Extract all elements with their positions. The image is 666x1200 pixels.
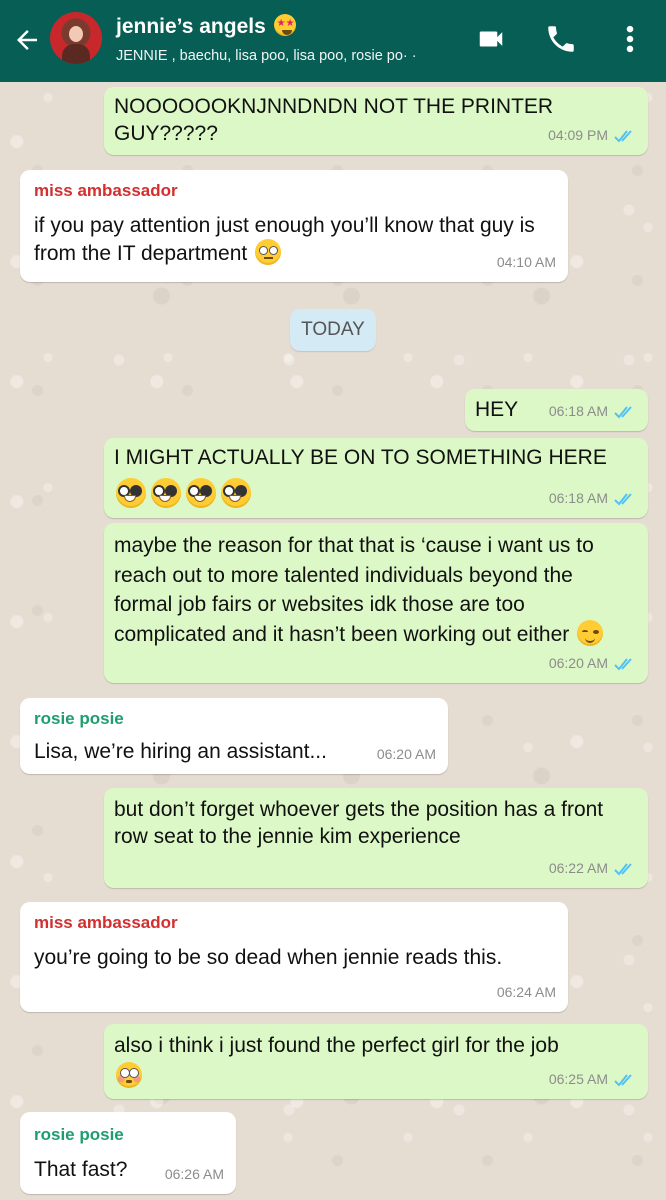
sender-name: rosie posie xyxy=(34,1125,124,1144)
read-ticks-icon xyxy=(614,492,632,505)
group-info[interactable]: jennie’s angels JENNIE , baechu, lisa po… xyxy=(116,14,446,66)
read-ticks-icon xyxy=(614,405,632,418)
sender-name: miss ambassador xyxy=(34,181,178,200)
message-bubble-incoming[interactable]: miss ambassador if you pay attention jus… xyxy=(20,170,568,282)
group-title-text: jennie’s angels xyxy=(116,15,266,38)
message-text: I MIGHT ACTUALLY BE ON TO SOMETHING HERE xyxy=(114,446,607,469)
chat-header: jennie’s angels JENNIE , baechu, lisa po… xyxy=(0,0,666,82)
relieved-face-emoji-icon xyxy=(577,619,604,646)
group-members: JENNIE , baechu, lisa poo, lisa poo, ros… xyxy=(116,48,417,64)
message-time: 06:24 AM xyxy=(496,984,556,1000)
more-options-icon[interactable] xyxy=(618,22,642,56)
message-bubble-incoming[interactable]: rosie posie Lisa, we’re hiring an assist… xyxy=(20,698,448,774)
message-meta: 06:24 AM xyxy=(497,979,556,1006)
message-meta: 06:25 AM xyxy=(549,1066,636,1093)
message-bubble-outgoing[interactable]: maybe the reason for that that is ‘cause… xyxy=(104,523,648,683)
message-meta: 06:26 AM xyxy=(165,1161,224,1188)
message-meta: 06:18 AM xyxy=(549,485,636,512)
message-text-content: maybe the reason for that that is ‘cause… xyxy=(114,534,600,646)
rolling-eyes-emoji-icon xyxy=(255,239,282,265)
nerd-face-emoji-icon xyxy=(221,478,251,508)
message-text-content: also i think i just found the perfect gi… xyxy=(114,1034,559,1057)
message-text: also i think i just found the perfect gi… xyxy=(114,1030,584,1092)
nerd-face-emoji-icon xyxy=(116,478,146,508)
message-text: if you pay attention just enough you’ll … xyxy=(34,212,564,267)
message-bubble-incoming[interactable]: rosie posie That fast? 06:26 AM xyxy=(20,1112,236,1194)
nerd-face-emoji-icon xyxy=(186,478,216,508)
message-text-content: if you pay attention just enough you’ll … xyxy=(34,214,541,265)
message-text: you’re going to be so dead when jennie r… xyxy=(34,946,503,969)
message-time: 04:10 AM xyxy=(496,254,556,270)
message-meta: 06:20 AM xyxy=(549,650,636,677)
message-list[interactable]: NOOOOOOKNJNNDNDN NOT THE PRINTER GUY????… xyxy=(0,82,666,1200)
group-avatar[interactable] xyxy=(50,12,102,64)
message-time: 06:20 AM xyxy=(376,746,436,762)
message-bubble-outgoing[interactable]: NOOOOOOKNJNNDNDN NOT THE PRINTER GUY????… xyxy=(104,87,648,155)
message-time: 06:20 AM xyxy=(548,655,608,671)
message-bubble-outgoing[interactable]: also i think i just found the perfect gi… xyxy=(104,1024,648,1099)
message-bubble-outgoing[interactable]: I MIGHT ACTUALLY BE ON TO SOMETHING HERE… xyxy=(104,438,648,518)
message-text: That fast? xyxy=(34,1158,128,1181)
sender-name: miss ambassador xyxy=(34,913,178,932)
message-meta: 06:22 AM xyxy=(549,855,636,882)
message-text: NOOOOOOKNJNNDNDN NOT THE PRINTER GUY????… xyxy=(114,95,559,145)
message-text: HEY xyxy=(475,398,519,421)
message-meta: 04:10 AM xyxy=(497,249,556,276)
message-meta: 06:20 AM xyxy=(377,741,436,768)
message-time: 06:18 AM xyxy=(548,490,608,506)
back-arrow-icon[interactable] xyxy=(12,25,42,55)
message-time: 06:18 AM xyxy=(548,403,608,419)
read-ticks-icon xyxy=(614,1073,632,1086)
video-call-icon[interactable] xyxy=(474,24,508,54)
read-ticks-icon xyxy=(614,657,632,670)
read-ticks-icon xyxy=(614,129,632,142)
date-divider: TODAY xyxy=(290,309,376,351)
message-time: 06:22 AM xyxy=(548,860,608,876)
group-title: jennie’s angels xyxy=(116,14,446,40)
flushed-face-emoji-icon xyxy=(116,1062,142,1088)
message-bubble-outgoing[interactable]: HEY 06:18 AM xyxy=(465,389,648,431)
message-text: but don’t forget whoever gets the positi… xyxy=(114,798,609,848)
message-time: 04:09 PM xyxy=(548,127,608,143)
message-text: maybe the reason for that that is ‘cause… xyxy=(114,531,626,649)
message-meta: 04:09 PM xyxy=(548,122,636,149)
message-time: 06:25 AM xyxy=(548,1071,608,1087)
message-meta: 06:18 AM xyxy=(549,398,636,425)
nerd-face-emoji-icon xyxy=(151,478,181,508)
star-struck-emoji-icon xyxy=(273,14,297,36)
message-time: 06:26 AM xyxy=(164,1166,224,1182)
read-ticks-icon xyxy=(614,862,632,875)
message-bubble-outgoing[interactable]: but don’t forget whoever gets the positi… xyxy=(104,788,648,888)
message-bubble-incoming[interactable]: miss ambassador you’re going to be so de… xyxy=(20,902,568,1012)
sender-name: rosie posie xyxy=(34,709,124,728)
message-text: Lisa, we’re hiring an assistant... xyxy=(34,740,327,763)
voice-call-icon[interactable] xyxy=(544,22,578,56)
emoji-row xyxy=(114,478,254,510)
